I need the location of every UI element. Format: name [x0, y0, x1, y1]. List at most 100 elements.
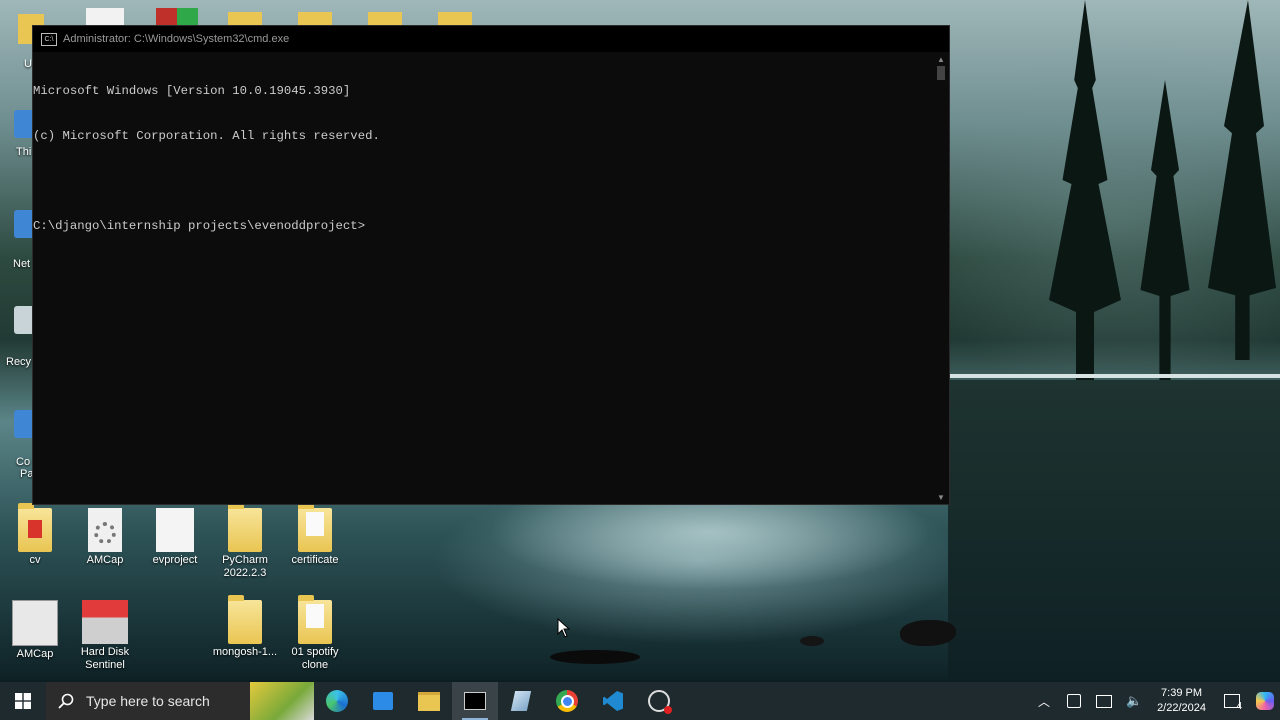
desktop-icon-pycharm[interactable]: PyCharm 2022.2.3: [210, 503, 280, 580]
desktop-icon-partial[interactable]: [228, 12, 262, 25]
taskbar-file-explorer[interactable]: [406, 682, 452, 720]
notification-center-button[interactable]: 4: [1214, 682, 1250, 720]
console-scrollbar[interactable]: ▲ ▼: [933, 54, 949, 504]
tree-silhouette: [1049, 0, 1121, 400]
scrollbar-thumb[interactable]: [937, 66, 945, 80]
gear-icon: [94, 522, 116, 544]
amcap-icon: [12, 600, 58, 646]
desktop-icon-label: 01 spotify clone: [291, 646, 339, 671]
scroll-up-arrow-icon[interactable]: ▲: [933, 54, 949, 66]
store-icon: [373, 692, 393, 710]
document-icon: [156, 508, 194, 552]
taskbar-cmd[interactable]: [452, 682, 498, 720]
desktop-icon-spotify-clone[interactable]: 01 spotify clone: [280, 595, 350, 672]
chrome-icon: [556, 690, 578, 712]
taskbar-search-box[interactable]: Type here to search: [46, 682, 314, 720]
rock: [900, 620, 956, 646]
cmd-window-title: Administrator: C:\Windows\System32\cmd.e…: [63, 33, 290, 45]
desktop-icon-recycle-bin[interactable]: Recy: [0, 306, 36, 368]
desktop-icon-label: Hard Disk Sentinel: [80, 646, 130, 671]
console-line: (c) Microsoft Corporation. All rights re…: [33, 129, 380, 143]
system-tray: ︿ 🔈 7:39 PM 2/22/2024 4: [1029, 682, 1280, 720]
cmd-window[interactable]: C:\ Administrator: C:\Windows\System32\c…: [32, 25, 950, 505]
clock-time: 7:39 PM: [1161, 687, 1203, 699]
tree-silhouette: [1208, 0, 1276, 360]
file-gear-icon: [88, 508, 122, 552]
document-icon: [306, 604, 324, 628]
mountain-reflection: [470, 505, 950, 595]
taskbar-recorder[interactable]: [636, 682, 682, 720]
taskbar-clock[interactable]: 7:39 PM 2/22/2024: [1149, 686, 1214, 716]
cmd-icon: [464, 692, 486, 710]
rock: [800, 636, 824, 646]
taskbar-store[interactable]: [360, 682, 406, 720]
desktop-icon-label: evproject: [152, 554, 198, 566]
copilot-button[interactable]: [1250, 682, 1280, 720]
cmd-app-icon: C:\: [41, 32, 57, 46]
folder-icon: [228, 595, 262, 644]
tray-overflow-button[interactable]: ︿: [1029, 682, 1059, 720]
console-line: Microsoft Windows [Version 10.0.19045.39…: [33, 84, 351, 98]
search-highlight-image: [250, 682, 314, 720]
taskbar-edge[interactable]: [314, 682, 360, 720]
edge-icon: [326, 690, 348, 712]
windows-logo-icon: [15, 693, 31, 709]
desktop-icon-label: U: [24, 58, 32, 70]
speaker-icon: 🔈: [1125, 693, 1143, 708]
chevron-up-icon: ︿: [1038, 694, 1051, 709]
console-output[interactable]: Microsoft Windows [Version 10.0.19045.39…: [33, 54, 931, 504]
tree-silhouette: [1140, 80, 1190, 380]
desktop-icon-label: PyCharm 2022.2.3: [222, 554, 268, 579]
tray-network[interactable]: [1089, 682, 1119, 720]
start-button[interactable]: [0, 682, 46, 720]
desktop-icon-partial[interactable]: [86, 8, 124, 25]
desktop-icon-amcap-shortcut[interactable]: AMCap: [0, 600, 70, 661]
desktop-icon-cv[interactable]: cv: [0, 503, 70, 567]
folder-icon: [418, 691, 440, 711]
desktop-icon-partial[interactable]: [438, 12, 472, 25]
taskbar-chrome[interactable]: [544, 682, 590, 720]
network-icon: [1096, 694, 1113, 708]
desktop-icon-control-panel[interactable]: Co Pa: [0, 410, 36, 480]
hard-disk-icon: [82, 600, 128, 644]
desktop-icon-label: Recy: [6, 356, 32, 368]
pdf-icon: [28, 520, 42, 538]
search-icon: [58, 693, 74, 709]
notification-count-badge: 4: [1236, 701, 1242, 712]
desktop-icon-amcap[interactable]: AMCap: [70, 508, 140, 567]
desktop-icon-label: AMCap: [86, 554, 124, 566]
desktop-icon-label: Net: [13, 258, 31, 270]
desktop-icon-certificate[interactable]: certificate: [280, 503, 350, 567]
folder-icon: [298, 503, 332, 552]
recorder-icon: [648, 690, 672, 714]
scroll-down-arrow-icon[interactable]: ▼: [933, 492, 949, 504]
search-placeholder: Type here to search: [86, 693, 210, 709]
copilot-icon: [1256, 692, 1274, 710]
vscode-icon: [603, 691, 623, 711]
desktop-icon-partial[interactable]: [156, 8, 198, 25]
desktop-icon-partial[interactable]: [368, 12, 402, 25]
taskbar-app[interactable]: [498, 682, 544, 720]
desktop-icon-mongosh[interactable]: mongosh-1...: [210, 595, 280, 659]
tray-volume[interactable]: 🔈: [1119, 682, 1149, 720]
desktop-icon-network[interactable]: Net: [0, 210, 36, 270]
desktop-icon-evproject[interactable]: evproject: [140, 508, 210, 567]
desktop-icon-this-pc[interactable]: Thi: [0, 110, 36, 158]
hill-reflection: [948, 380, 1280, 680]
app-icon: [510, 691, 532, 711]
desktop-icon-label: mongosh-1...: [212, 646, 278, 658]
clock-date: 2/22/2024: [1157, 702, 1206, 714]
document-icon: [306, 512, 324, 536]
cmd-titlebar[interactable]: C:\ Administrator: C:\Windows\System32\c…: [33, 26, 949, 52]
taskbar-vscode[interactable]: [590, 682, 636, 720]
desktop-icon-user[interactable]: U: [0, 58, 34, 70]
desktop-icon-label: AMCap: [16, 648, 54, 660]
desktop-icon-hard-disk-sentinel[interactable]: Hard Disk Sentinel: [70, 600, 140, 672]
taskbar: Type here to search ︿ 🔈 7:39 PM 2/22/202…: [0, 682, 1280, 720]
folder-icon: [18, 503, 52, 552]
console-prompt-line: C:\django\internship projects\evenoddpro…: [33, 219, 366, 233]
folder-icon: [228, 503, 262, 552]
tray-meet-now[interactable]: [1059, 682, 1089, 720]
camera-icon: [1067, 694, 1082, 708]
desktop-icon-partial[interactable]: [298, 12, 332, 25]
